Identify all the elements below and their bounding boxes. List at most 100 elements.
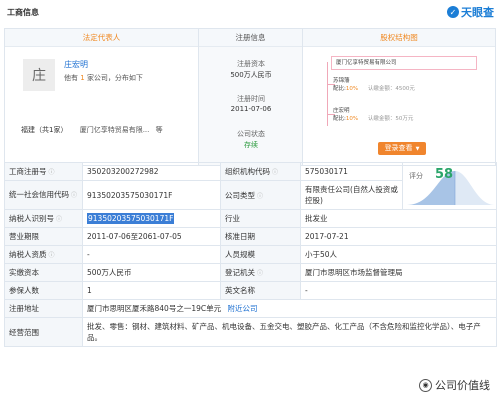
reg-time: 注册时间 2011-07-06 — [199, 94, 303, 113]
field-label: 英文名称 — [220, 281, 301, 300]
login-view-label: 登录查看 — [384, 144, 413, 152]
download-arrow-icon: ▼ — [415, 146, 420, 152]
equity-header: 股权结构图 — [303, 29, 495, 47]
top-bar: 工商信息 ✓ 天眼查 — [0, 0, 500, 24]
equity-company-node: 厦门亿享特贸易有限公司 — [331, 56, 477, 70]
registration-panel: 注册信息 注册资本 500万人民币 注册时间 2011-07-06 公司状态 存… — [199, 29, 303, 165]
table-row: 营业期限 2011-07-06至2061-07-05 核准日期 2017-07-… — [4, 227, 497, 246]
field-value: 91350203575030171F — [82, 180, 221, 210]
rep-company-count: 1 — [80, 74, 85, 82]
table-row: 参保人数 1 英文名称 - — [4, 281, 497, 300]
reg-capital: 注册资本 500万人民币 — [199, 59, 303, 80]
field-label: 注册地址 — [4, 299, 83, 318]
equity-panel: 股权结构图 厦门亿享特贸易有限公司 苏锦藩 配比:10% 认缴金额：4500元 … — [303, 29, 495, 165]
brand-logo[interactable]: ✓ 天眼查 — [447, 4, 494, 20]
field-label: 实缴资本 — [4, 263, 83, 282]
holder-pct-label: 配比: — [333, 86, 346, 92]
holder-amount: 认缴金额：50万元 — [367, 116, 414, 122]
help-icon[interactable]: ⓘ — [49, 252, 55, 259]
score-panel[interactable]: 评分 58 — [402, 162, 497, 210]
help-icon[interactable]: ⓘ — [49, 169, 55, 176]
field-label: 经营范围 — [4, 317, 83, 347]
reg-status-label: 公司状态 — [237, 130, 265, 138]
help-icon[interactable]: ⓘ — [257, 193, 263, 200]
legal-rep-summary: 他有 1 家公司，分布如下 — [64, 73, 143, 83]
field-value: 350203200272982 — [82, 162, 221, 181]
table-row: 经营范围 批发、零售：钢材、建筑材料、矿产品、机电设备、五金交电、塑胶产品、化工… — [4, 317, 497, 347]
field-value: 有限责任公司(自然人投资或控股) — [300, 180, 403, 210]
equity-holder: 苏锦藩 配比:10% 认缴金额：4500元 — [333, 76, 415, 92]
field-value: 小于50人 — [300, 245, 497, 264]
help-icon[interactable]: ⓘ — [257, 270, 263, 277]
registration-header: 注册信息 — [199, 29, 302, 47]
table-row: 纳税人识别号 ⓘ 91350203575030171F 行业 批发业 — [4, 209, 497, 228]
field-label: 工商注册号 ⓘ — [4, 162, 83, 181]
holder-name: 庄宏明 — [333, 108, 350, 114]
legal-rep-panel: 法定代表人 庄 庄宏明 他有 1 家公司，分布如下 福建（共1家） 厦门亿享特贸… — [5, 29, 199, 165]
table-row: 实缴资本 500万人民币 登记机关 ⓘ 厦门市思明区市场监督管理局 — [4, 263, 497, 282]
rep-sub-suffix: 家公司，分布如下 — [86, 74, 143, 82]
reg-status: 公司状态 存续 — [199, 129, 303, 150]
field-value: 2017-07-21 — [300, 227, 497, 246]
rep-company-link[interactable]: 厦门亿享特贸易有限... — [80, 126, 150, 134]
help-icon[interactable]: ⓘ — [71, 192, 77, 199]
business-info-table: 工商注册号 ⓘ 350203200272982 组织机构代码 ⓘ 575030171… — [4, 162, 497, 347]
field-value: 2011-07-06至2061-07-05 — [82, 227, 221, 246]
watermark: ◉ 公司价值线 — [419, 377, 490, 393]
score-label: 评分 — [409, 172, 423, 180]
business-scope-value: 批发、零售：钢材、建筑材料、矿产品、机电设备、五金交电、塑胶产品、化工产品（不含… — [82, 317, 497, 347]
legal-rep-name[interactable]: 庄宏明 — [64, 59, 88, 70]
section-title: 工商信息 — [7, 7, 39, 17]
field-label: 纳税人资质 ⓘ — [4, 245, 83, 264]
field-label: 组织机构代码 ⓘ — [220, 162, 301, 181]
field-value: 1 — [82, 281, 221, 300]
holder-amount: 认缴金额：4500元 — [367, 86, 415, 92]
field-label: 营业期限 — [4, 227, 83, 246]
field-label: 登记机关 ⓘ — [220, 263, 301, 282]
table-row: 注册地址 厦门市思明区厦禾路840号之一19C单元 附近公司 — [4, 299, 497, 318]
field-label: 参保人数 — [4, 281, 83, 300]
address-text: 厦门市思明区厦禾路840号之一19C单元 — [87, 304, 222, 313]
field-label: 行业 — [220, 209, 301, 228]
selected-text[interactable]: 91350203575030171F — [87, 213, 175, 224]
holder-name: 苏锦藩 — [333, 78, 350, 84]
reg-capital-label: 注册资本 — [237, 60, 265, 68]
summary-card: 法定代表人 庄 庄宏明 他有 1 家公司，分布如下 福建（共1家） 厦门亿享特贸… — [4, 28, 496, 166]
field-value: 91350203575030171F — [82, 209, 221, 228]
equity-connector — [327, 62, 328, 126]
tianyancha-logo-icon: ✓ — [447, 6, 459, 18]
score-value: 58 — [435, 167, 454, 182]
equity-holder: 庄宏明 配比:10% 认缴金额：50万元 — [333, 106, 413, 122]
field-value: 575030171 — [300, 162, 403, 181]
reg-time-label: 注册时间 — [237, 95, 265, 103]
field-label: 公司类型 ⓘ — [220, 180, 301, 210]
legal-rep-header: 法定代表人 — [5, 29, 198, 47]
rep-company-more[interactable]: 等 — [156, 126, 163, 134]
holder-pct: 10% — [345, 86, 359, 92]
field-label: 纳税人识别号 ⓘ — [4, 209, 83, 228]
nearby-companies-link[interactable]: 附近公司 — [228, 304, 258, 313]
field-value: - — [300, 281, 497, 300]
rep-sub-prefix: 他有 — [64, 74, 78, 82]
table-row: 工商注册号 ⓘ 350203200272982 组织机构代码 ⓘ 575030171… — [4, 162, 497, 210]
reg-capital-value: 500万人民币 — [230, 71, 272, 79]
field-value: 批发业 — [300, 209, 497, 228]
equity-chart[interactable]: 厦门亿享特贸易有限公司 苏锦藩 配比:10% 认缴金额：4500元 庄宏明 配比… — [323, 56, 483, 148]
avatar: 庄 — [23, 59, 55, 91]
field-label: 统一社会信用代码 ⓘ — [4, 180, 83, 210]
field-label: 人员规模 — [220, 245, 301, 264]
login-view-button[interactable]: 登录查看 ▼ — [378, 142, 426, 155]
help-icon[interactable]: ⓘ — [56, 216, 62, 223]
watermark-text: 公司价值线 — [435, 379, 490, 392]
brand-name: 天眼查 — [461, 6, 494, 19]
rep-company-row: 福建（共1家） 厦门亿享特贸易有限... 等 — [21, 125, 163, 135]
help-icon[interactable]: ⓘ — [272, 169, 278, 176]
field-label: 核准日期 — [220, 227, 301, 246]
field-value: 厦门市思明区市场监督管理局 — [300, 263, 497, 282]
wechat-account-icon: ◉ — [419, 378, 432, 392]
reg-status-value: 存续 — [244, 141, 258, 149]
reg-time-value: 2011-07-06 — [230, 105, 272, 113]
field-value: - — [82, 245, 221, 264]
table-row: 纳税人资质 ⓘ - 人员规模 小于50人 — [4, 245, 497, 264]
holder-pct: 10% — [345, 116, 359, 122]
